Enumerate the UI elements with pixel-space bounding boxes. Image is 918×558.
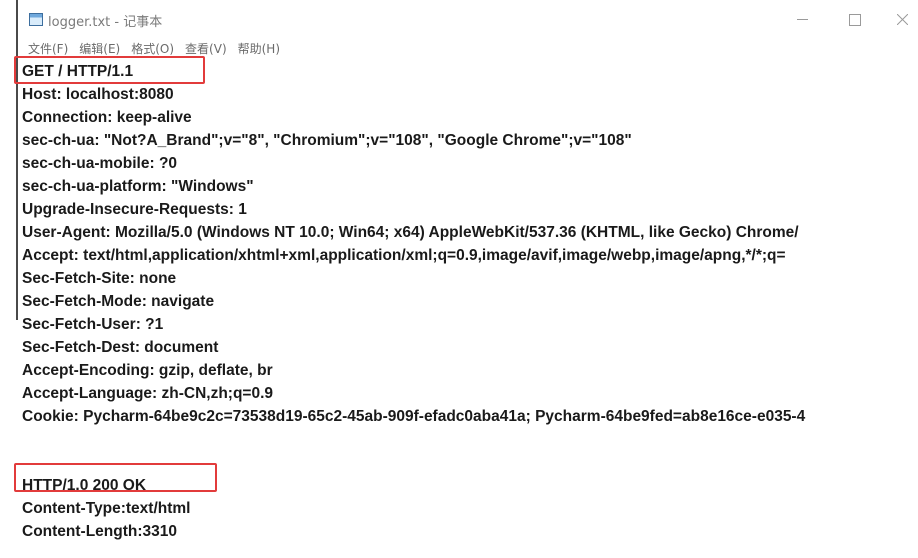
text-line: Accept: text/html,application/xhtml+xml,… <box>22 247 786 264</box>
notepad-icon <box>29 13 43 26</box>
text-line: Sec-Fetch-Dest: document <box>22 339 219 356</box>
text-line: Sec-Fetch-Mode: navigate <box>22 293 215 310</box>
text-line: Host: localhost:8080 <box>22 86 174 103</box>
text-line: Content-Type:text/html <box>22 500 191 517</box>
window-left-edge <box>16 0 18 320</box>
request-line-highlight <box>14 56 205 84</box>
response-status-highlight <box>14 463 217 492</box>
text-line: Sec-Fetch-Site: none <box>22 270 177 287</box>
minimize-icon <box>797 19 808 20</box>
text-line: Upgrade-Insecure-Requests: 1 <box>22 201 247 218</box>
text-line: Sec-Fetch-User: ?1 <box>22 316 164 333</box>
text-line: Content-Length:3310 <box>22 523 177 540</box>
menu-item-help[interactable]: 帮助(H) <box>238 40 280 58</box>
window-title: logger.txt - 记事本 <box>48 15 163 30</box>
text-line: sec-ch-ua: "Not?A_Brand";v="8", "Chromiu… <box>22 132 632 149</box>
text-line: Accept-Encoding: gzip, deflate, br <box>22 362 273 379</box>
minimize-button[interactable] <box>784 6 820 32</box>
maximize-button[interactable] <box>836 6 872 32</box>
text-line: User-Agent: Mozilla/5.0 (Windows NT 10.0… <box>22 224 799 241</box>
close-icon <box>897 14 908 25</box>
text-line: sec-ch-ua-platform: "Windows" <box>22 178 254 195</box>
text-line: Accept-Language: zh-CN,zh;q=0.9 <box>22 385 274 402</box>
text-line: Connection: keep-alive <box>22 109 192 126</box>
maximize-icon <box>849 14 861 26</box>
text-line: Cookie: Pycharm-64be9c2c=73538d19-65c2-4… <box>22 408 806 425</box>
title-bar[interactable]: logger.txt - 记事本 <box>0 0 918 36</box>
close-button[interactable] <box>884 6 918 32</box>
text-line: sec-ch-ua-mobile: ?0 <box>22 155 178 172</box>
